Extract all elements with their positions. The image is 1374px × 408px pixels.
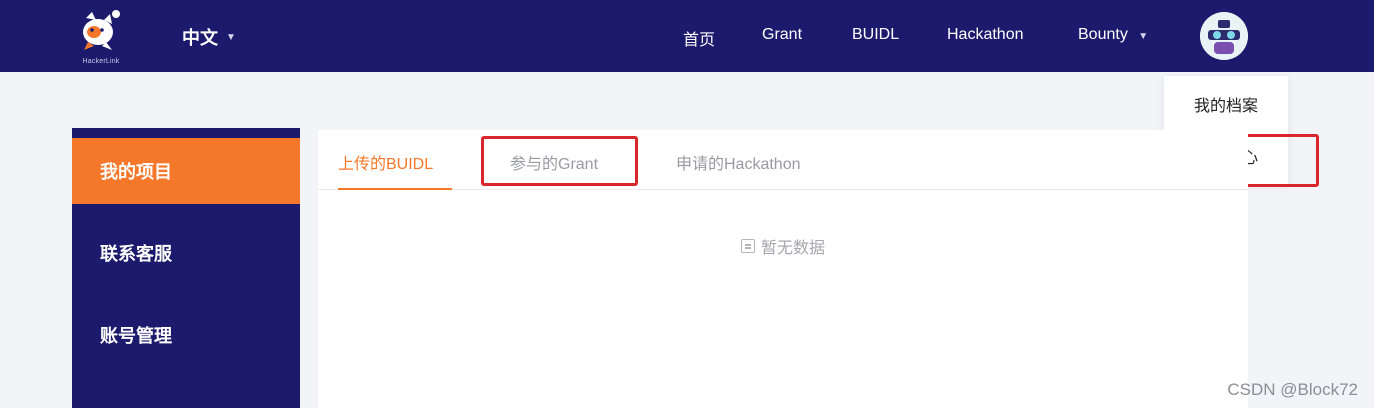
top-navbar: HackerLink 中文 ▼ 首页 Grant BUIDL Hackathon… <box>0 0 1374 72</box>
tab-bar: 上传的BUIDL 参与的Grant 申请的Hackathon <box>318 130 1248 190</box>
language-label: 中文 <box>182 28 218 48</box>
chevron-down-icon: ▼ <box>1138 31 1149 42</box>
nav-grant[interactable]: Grant <box>762 26 802 44</box>
empty-state-text: 暂无数据 <box>760 240 825 257</box>
sidebar: 我的项目 联系客服 账号管理 <box>72 128 300 408</box>
active-tab-indicator <box>338 188 452 190</box>
tab-joined-grant[interactable]: 参与的Grant <box>510 150 598 174</box>
user-avatar-icon <box>1200 12 1248 60</box>
main-panel: 上传的BUIDL 参与的Grant 申请的Hackathon 暂无数据 <box>318 130 1248 408</box>
sidebar-item-account-management[interactable]: 账号管理 <box>72 302 300 368</box>
cat-mascot-icon <box>83 10 120 50</box>
nav-buidl[interactable]: BUIDL <box>852 26 899 44</box>
language-selector[interactable]: 中文 ▼ <box>182 24 236 50</box>
tab-applied-hackathon[interactable]: 申请的Hackathon <box>676 150 801 174</box>
tab-uploaded-buidl[interactable]: 上传的BUIDL <box>338 150 433 174</box>
user-avatar[interactable] <box>1200 12 1248 60</box>
watermark: CSDN @Block72 <box>1227 380 1358 399</box>
nav-bounty-label: Bounty <box>1078 26 1128 43</box>
logo-text: HackerLink <box>82 58 120 65</box>
chevron-down-icon: ▼ <box>226 31 236 43</box>
nav-home[interactable]: 首页 <box>683 26 715 50</box>
menu-item-my-profile[interactable]: 我的档案 <box>1164 92 1288 116</box>
sidebar-item-contact-support[interactable]: 联系客服 <box>72 220 300 286</box>
page: HackerLink 中文 ▼ 首页 Grant BUIDL Hackathon… <box>0 0 1374 408</box>
nav-hackathon[interactable]: Hackathon <box>947 26 1024 44</box>
sidebar-item-my-projects[interactable]: 我的项目 <box>72 138 300 204</box>
hackerlink-logo[interactable]: HackerLink <box>68 6 134 66</box>
empty-state: 暂无数据 <box>318 234 1248 258</box>
empty-document-icon <box>740 239 755 253</box>
nav-bounty[interactable]: Bounty ▼ <box>1078 26 1148 44</box>
